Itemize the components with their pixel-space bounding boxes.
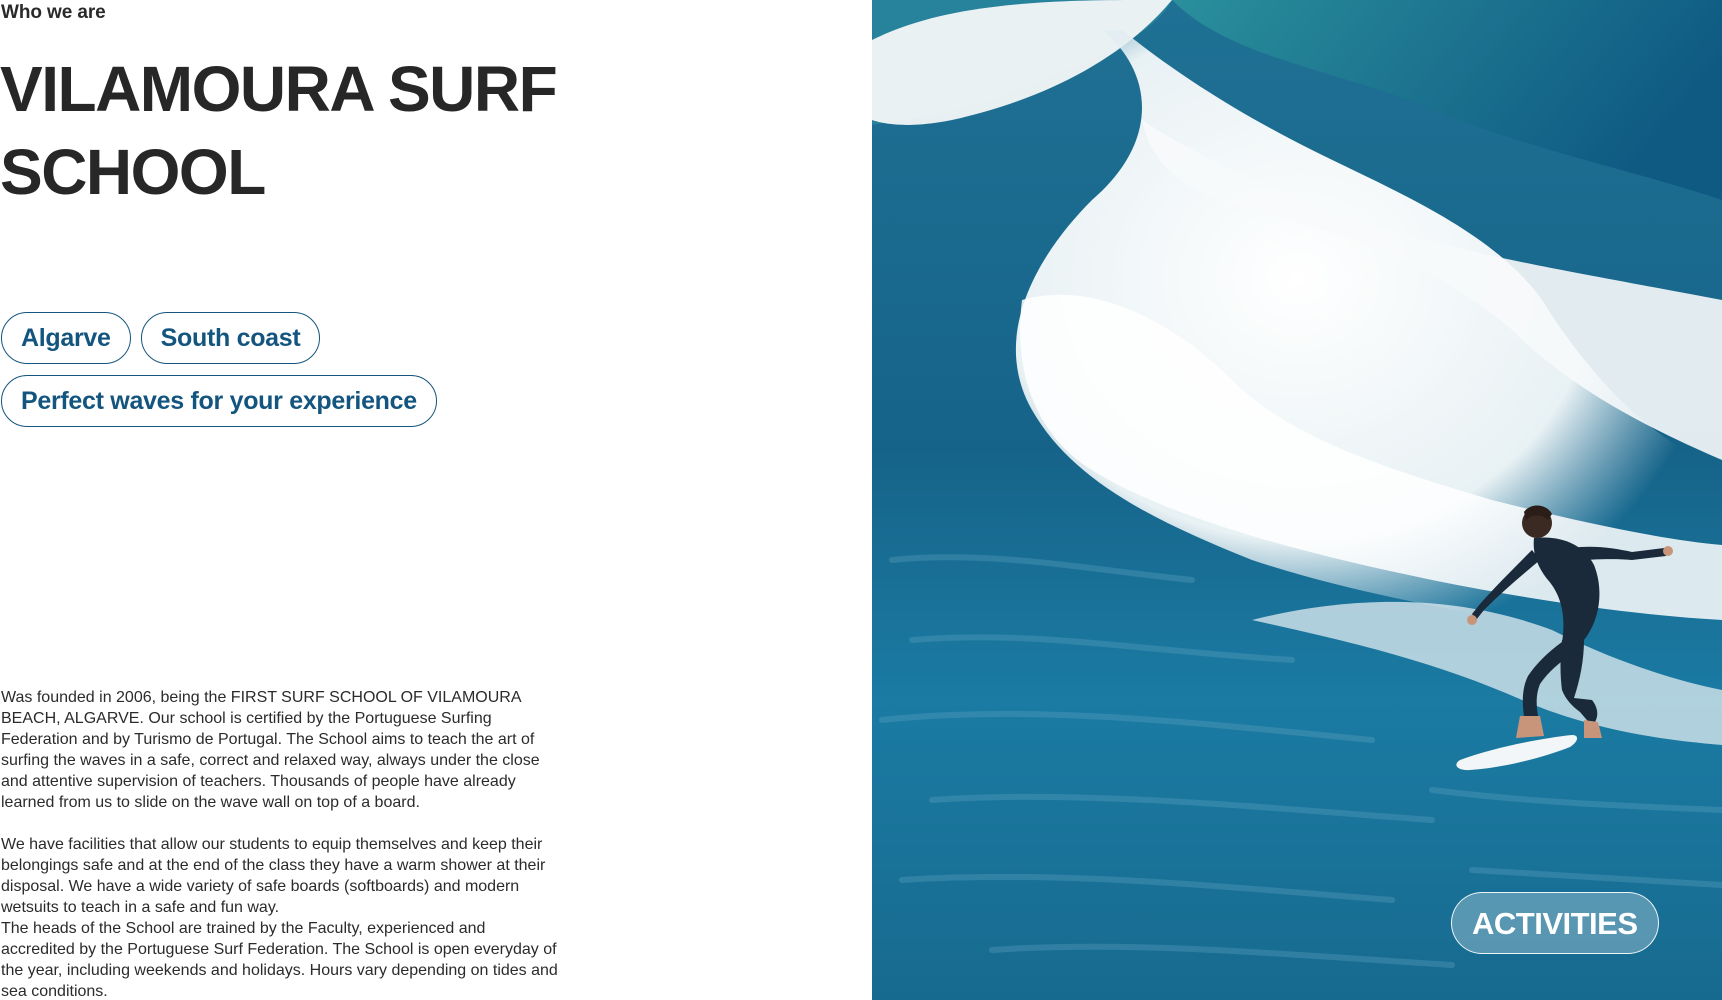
surfer-wave-photo-icon <box>872 0 1722 1000</box>
tag-perfect-waves: Perfect waves for your experience <box>1 375 437 427</box>
description-paragraph: The heads of the School are trained by t… <box>1 920 558 1000</box>
activities-button[interactable]: ACTIVITIES <box>1451 892 1659 954</box>
hero-image: ACTIVITIES <box>872 0 1722 1000</box>
tag-row: Algarve South coast <box>1 312 561 364</box>
description: Was founded in 2006, being the FIRST SUR… <box>1 687 561 1000</box>
about-section: Who we are VILAMOURA SURF SCHOOL Algarve… <box>0 0 872 1000</box>
section-eyebrow: Who we are <box>1 2 106 23</box>
tag-algarve: Algarve <box>1 312 131 364</box>
description-paragraph: We have facilities that allow our studen… <box>1 836 546 916</box>
tag-row: Perfect waves for your experience <box>1 375 561 427</box>
tag-list: Algarve South coast Perfect waves for yo… <box>1 312 561 438</box>
description-paragraph: Was founded in 2006, being the FIRST SUR… <box>1 689 540 811</box>
tag-south-coast: South coast <box>140 312 321 364</box>
page-title: VILAMOURA SURF SCHOOL <box>0 53 558 208</box>
